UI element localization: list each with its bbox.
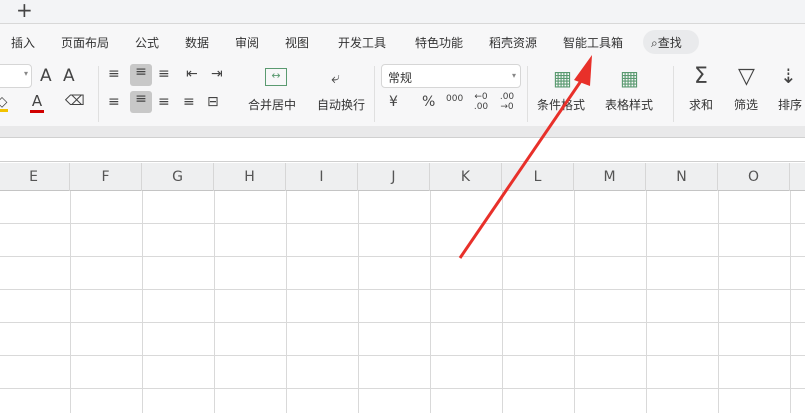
annotation-arrow bbox=[458, 55, 592, 259]
